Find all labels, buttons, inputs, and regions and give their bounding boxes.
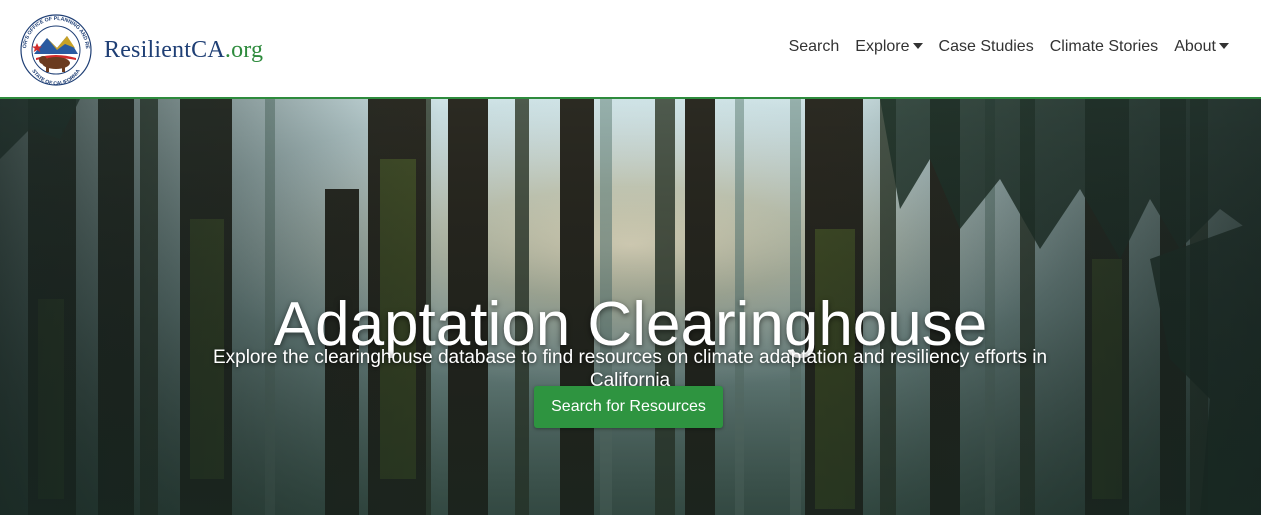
opr-seal-icon: GOVERNOR'S OFFICE OF PLANNING AND RESEAR… xyxy=(17,14,92,86)
search-for-resources-button[interactable]: Search for Resources xyxy=(534,386,723,428)
nav-item-label: Search xyxy=(788,38,840,55)
brand-tld: .org xyxy=(224,36,264,63)
hero-banner: Adaptation Clearinghouse Explore the cle… xyxy=(0,99,1261,515)
brand-logo-link[interactable]: GOVERNOR'S OFFICE OF PLANNING AND RESEAR… xyxy=(17,14,263,86)
nav-item-explore[interactable]: Explore xyxy=(847,36,930,58)
hero-content: Adaptation Clearinghouse Explore the cle… xyxy=(0,99,1261,515)
nav-item-label: Climate Stories xyxy=(1049,38,1159,55)
nav-item-label: Explore xyxy=(855,38,910,55)
nav-item-label: Case Studies xyxy=(938,38,1034,55)
caret-down-icon xyxy=(1219,43,1229,49)
nav-item-climate-stories[interactable]: Climate Stories xyxy=(1042,36,1166,58)
main-nav: Search Explore Case Studies Climate Stor… xyxy=(781,36,1237,58)
brand-wordmark: ResilientCA.org xyxy=(104,37,263,64)
nav-item-label: About xyxy=(1174,38,1216,55)
nav-item-case-studies[interactable]: Case Studies xyxy=(931,36,1042,58)
nav-item-about[interactable]: About xyxy=(1166,36,1237,58)
brand-name: ResilientCA xyxy=(104,36,225,63)
caret-down-icon xyxy=(912,43,923,49)
nav-item-search[interactable]: Search xyxy=(781,36,848,58)
site-header: GOVERNOR'S OFFICE OF PLANNING AND RESEAR… xyxy=(0,0,1261,99)
